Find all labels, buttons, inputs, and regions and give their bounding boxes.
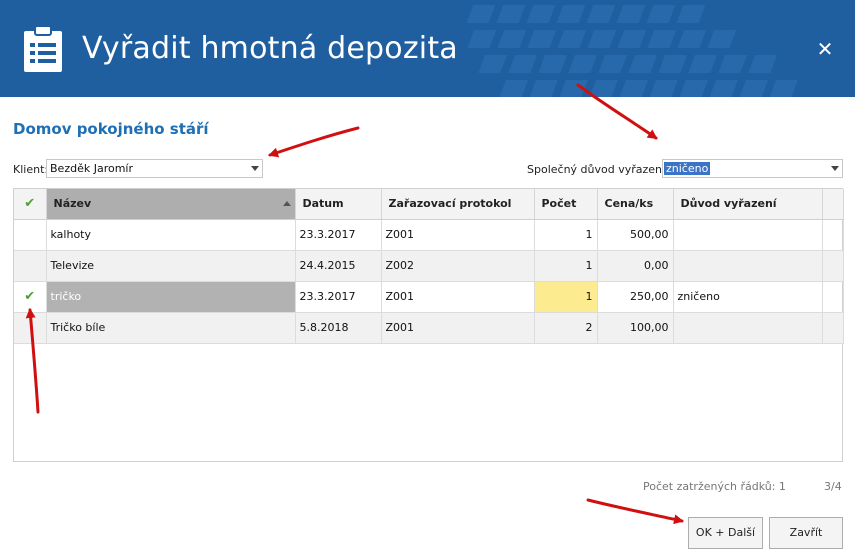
check-icon: ✔ [24, 289, 36, 304]
cell-price[interactable]: 0,00 [597, 250, 674, 282]
cell-filler [822, 250, 844, 282]
annotation-arrow [586, 498, 684, 525]
cell-count[interactable]: 1 [534, 250, 598, 282]
common-reason-value: zničeno [664, 162, 711, 175]
cell-protocol[interactable]: Z001 [381, 281, 535, 313]
client-combobox[interactable]: Bezděk Jaromír [46, 159, 263, 178]
cell-price[interactable]: 250,00 [597, 281, 674, 313]
grid-header-row: ✔ Název Datum Zařazovací protokol Počet … [14, 189, 844, 220]
row-checkbox[interactable] [14, 219, 47, 251]
cell-reason[interactable] [673, 312, 823, 344]
checked-rows-count: Počet zatržených řádků: 1 [643, 480, 786, 493]
annotation-arrow [268, 126, 360, 158]
cell-reason[interactable] [673, 250, 823, 282]
table-row[interactable]: kalhoty 23.3.2017 Z001 1 500,00 [14, 219, 844, 251]
cell-date[interactable]: 24.4.2015 [295, 250, 382, 282]
cell-protocol[interactable]: Z001 [381, 219, 535, 251]
client-label: Klient: [13, 163, 49, 176]
dropdown-arrow-icon[interactable] [251, 166, 259, 171]
ok-next-button[interactable]: OK + Další [688, 517, 763, 549]
column-header-name[interactable]: Název [46, 189, 296, 220]
cell-name[interactable]: kalhoty [46, 219, 296, 251]
close-button[interactable]: Zavřít [769, 517, 843, 549]
cell-reason[interactable]: zničeno [673, 281, 823, 313]
clipboard-list-icon [24, 25, 62, 72]
common-reason-combobox[interactable]: zničeno [662, 159, 843, 178]
column-header-filler [822, 189, 844, 220]
cell-date[interactable]: 23.3.2017 [295, 281, 382, 313]
dropdown-arrow-icon[interactable] [831, 166, 839, 171]
row-position: 3/4 [824, 480, 842, 493]
header-decoration [466, 5, 798, 97]
dialog-header: Vyřadit hmotná depozita ✕ [0, 0, 855, 97]
row-checkbox[interactable] [14, 250, 47, 282]
cell-protocol[interactable]: Z001 [381, 312, 535, 344]
cell-price[interactable]: 100,00 [597, 312, 674, 344]
cell-name[interactable]: tričko [46, 281, 296, 313]
dialog-window: Vyřadit hmotná depozita ✕ Domov pokojnéh… [0, 0, 855, 558]
column-header-check[interactable]: ✔ [14, 189, 47, 220]
cell-price[interactable]: 500,00 [597, 219, 674, 251]
column-header-count[interactable]: Počet [534, 189, 598, 220]
column-header-date[interactable]: Datum [295, 189, 382, 220]
cell-count[interactable]: 2 [534, 312, 598, 344]
cell-filler [822, 219, 844, 251]
row-checkbox[interactable] [14, 312, 47, 344]
cell-filler [822, 281, 844, 313]
common-reason-label: Společný důvod vyřazení: [527, 163, 669, 176]
cell-count[interactable]: 1 [534, 281, 598, 313]
cell-date[interactable]: 5.8.2018 [295, 312, 382, 344]
column-header-price[interactable]: Cena/ks [597, 189, 674, 220]
facility-name: Domov pokojného stáří [13, 120, 209, 138]
cell-name[interactable]: Tričko bíle [46, 312, 296, 344]
client-value: Bezděk Jaromír [50, 162, 133, 175]
cell-count[interactable]: 1 [534, 219, 598, 251]
column-header-protocol[interactable]: Zařazovací protokol [381, 189, 535, 220]
row-checkbox[interactable]: ✔ [14, 281, 47, 313]
table-row[interactable]: ✔ tričko 23.3.2017 Z001 1 250,00 zničeno [14, 281, 844, 313]
column-header-label: Název [53, 197, 92, 211]
sort-asc-icon [282, 201, 291, 206]
check-icon: ✔ [24, 196, 36, 212]
column-header-reason[interactable]: Důvod vyřazení [673, 189, 823, 220]
dialog-title: Vyřadit hmotná depozita [82, 31, 458, 66]
cell-name[interactable]: Televize [46, 250, 296, 282]
table-row[interactable]: Televize 24.4.2015 Z002 1 0,00 [14, 250, 844, 282]
deposits-grid: ✔ Název Datum Zařazovací protokol Počet … [13, 188, 844, 462]
cell-filler [822, 312, 844, 344]
cell-date[interactable]: 23.3.2017 [295, 219, 382, 251]
table-row[interactable]: Tričko bíle 5.8.2018 Z001 2 100,00 [14, 312, 844, 344]
close-icon[interactable]: ✕ [814, 38, 836, 60]
cell-protocol[interactable]: Z002 [381, 250, 535, 282]
cell-reason[interactable] [673, 219, 823, 251]
